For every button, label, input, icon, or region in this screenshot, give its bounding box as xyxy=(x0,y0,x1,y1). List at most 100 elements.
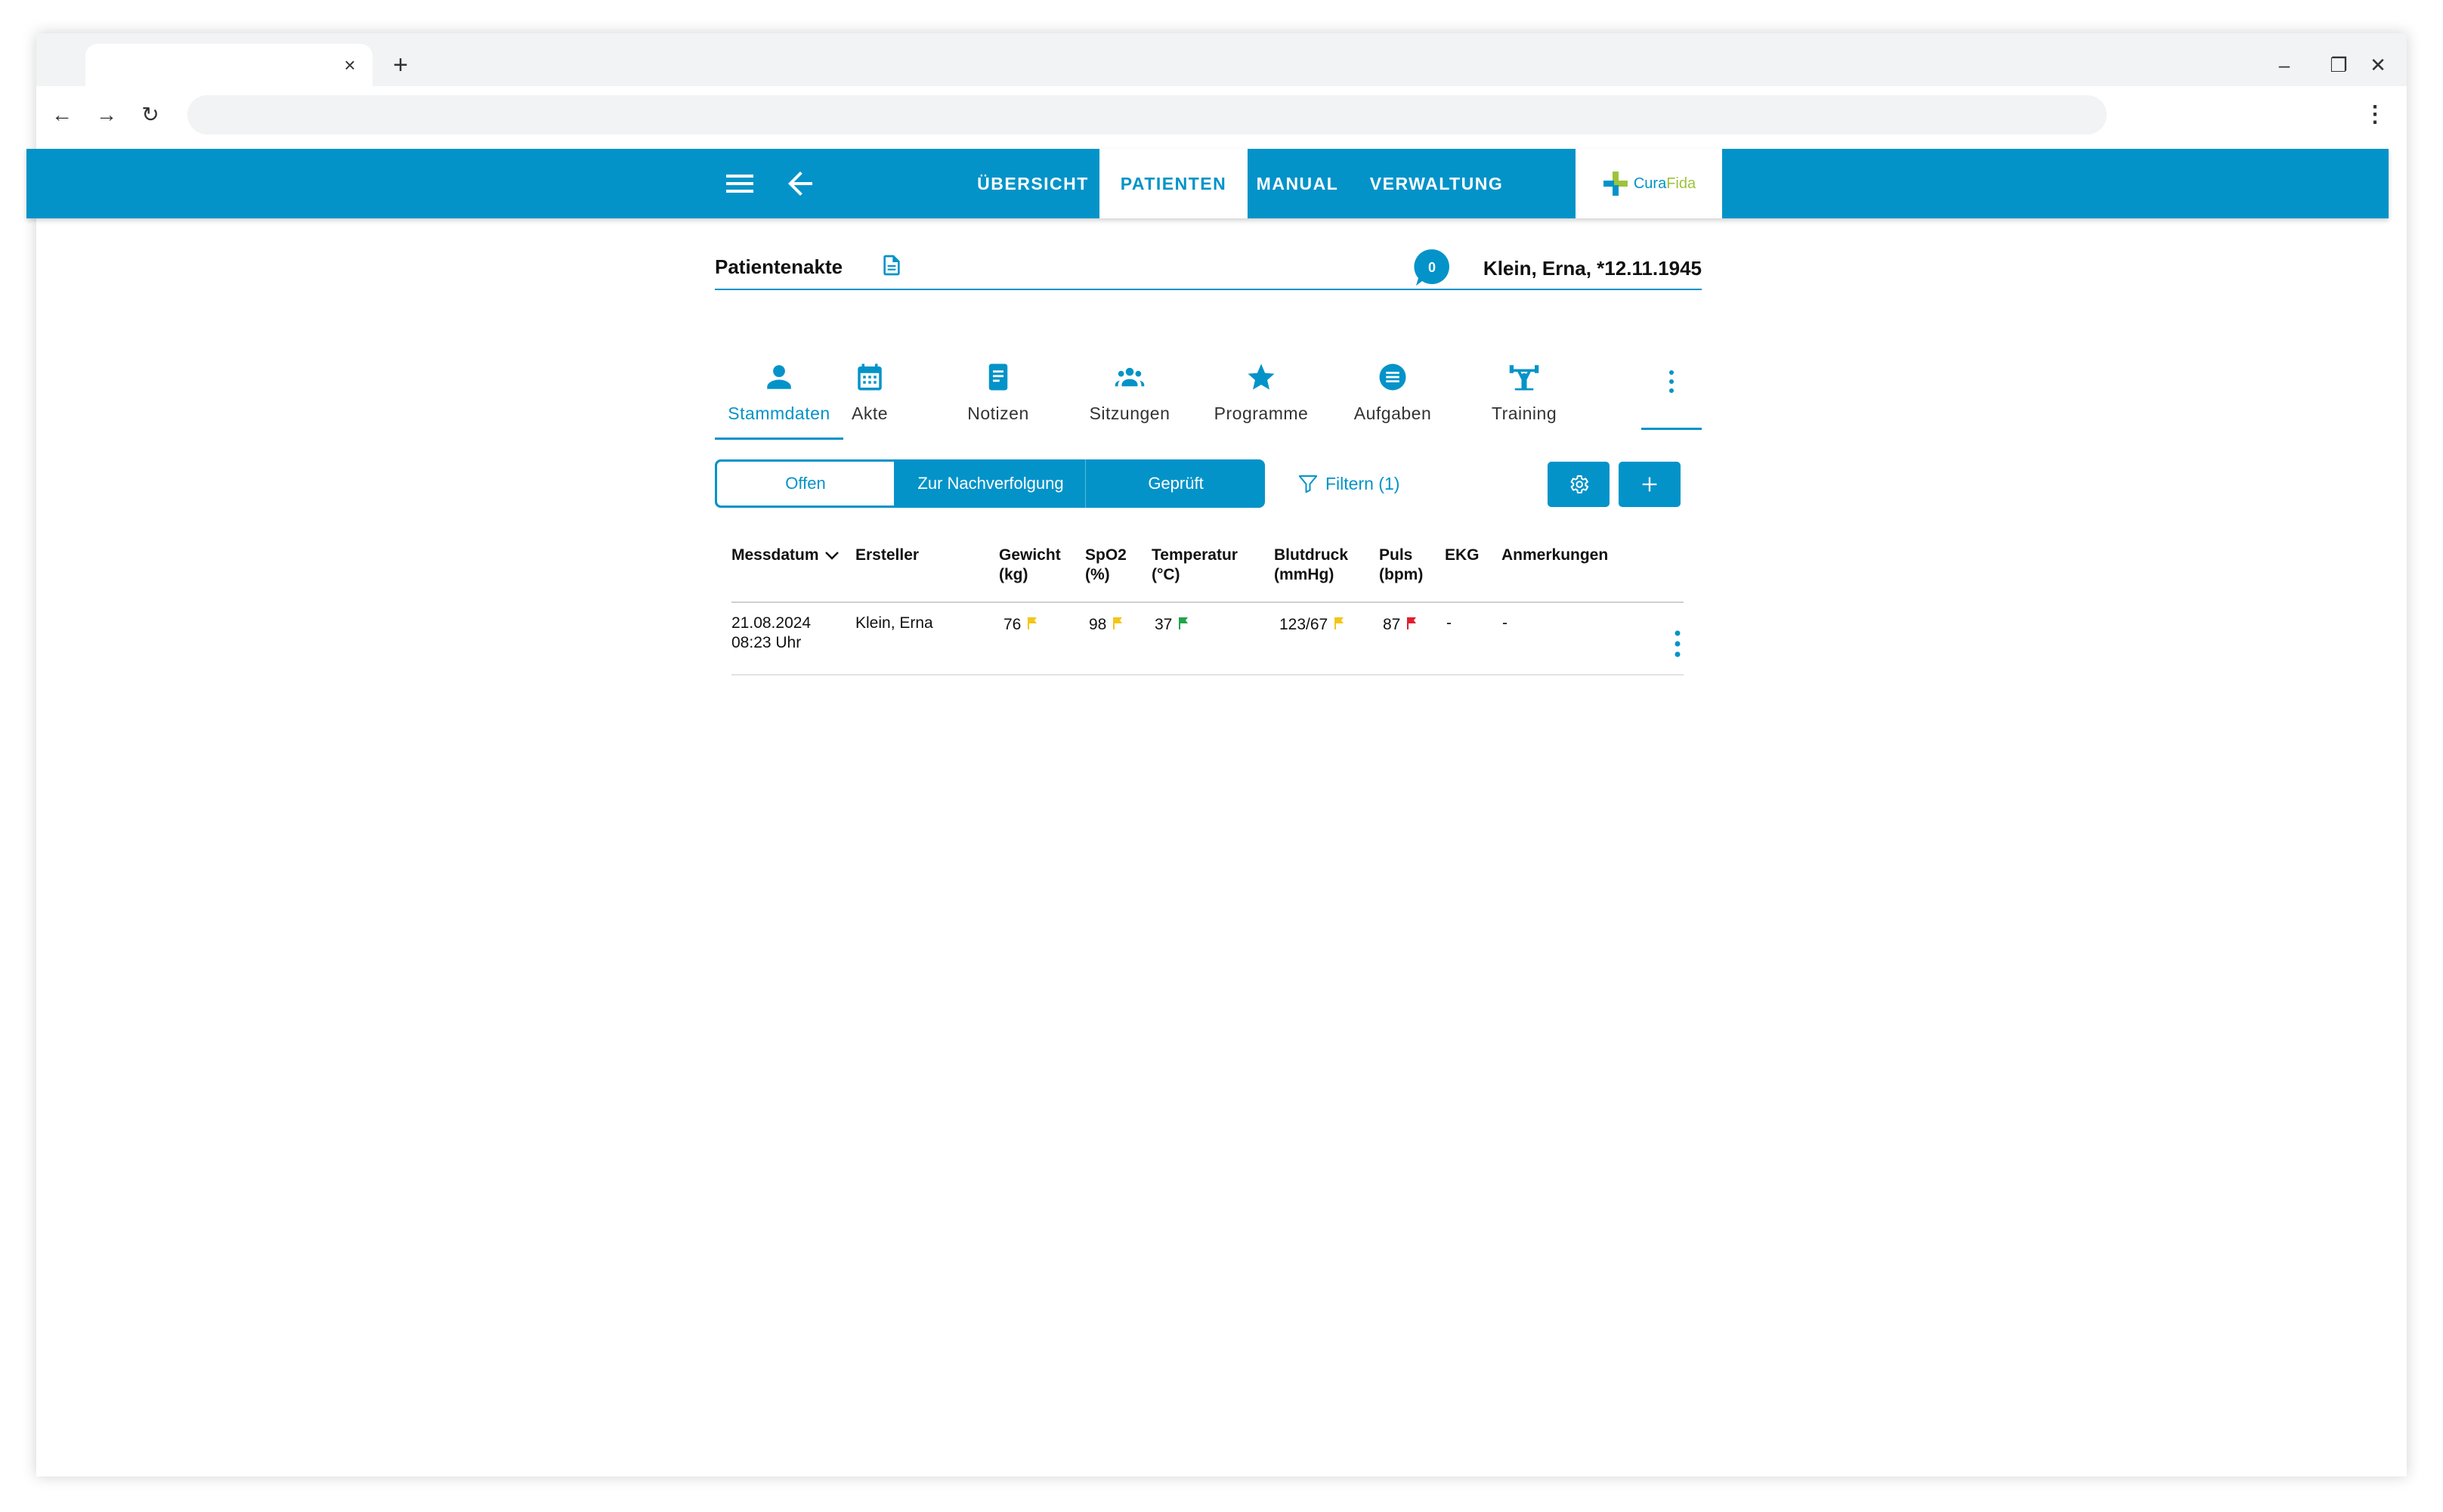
weight-value: 76 xyxy=(1003,616,1022,633)
filter-icon xyxy=(1298,475,1318,493)
flag-yellow-icon xyxy=(1113,617,1123,629)
section-label: Notizen xyxy=(967,404,1029,423)
app-bar: ÜBERSICHT PATIENTEN MANUAL VERWALTUNG Cu… xyxy=(26,149,2389,218)
nav-tab-patients[interactable]: PATIENTEN xyxy=(1099,149,1248,218)
nav-tab-administration[interactable]: VERWALTUNG xyxy=(1347,149,1526,218)
logo-text: CuraFida xyxy=(1633,175,1696,192)
flag-yellow-icon xyxy=(1334,617,1344,629)
new-tab-icon[interactable]: + xyxy=(384,48,417,82)
reload-icon[interactable]: ↻ xyxy=(134,98,167,131)
star-icon xyxy=(1248,363,1275,390)
nav-tab-manual[interactable]: MANUAL xyxy=(1248,149,1347,218)
chat-badge-icon[interactable]: 0 xyxy=(1413,248,1451,287)
cell-spo2: 98 xyxy=(1089,615,1123,635)
date-text: 21.08.2024 xyxy=(731,614,812,632)
add-button[interactable] xyxy=(1619,462,1681,507)
col-header-ekg[interactable]: EKG xyxy=(1445,546,1480,565)
section-tab-notizen[interactable]: Notizen xyxy=(934,354,1062,440)
header-unit: (kg) xyxy=(999,566,1028,583)
col-header-ersteller[interactable]: Ersteller xyxy=(855,546,919,565)
section-tab-training[interactable]: Training xyxy=(1460,354,1588,440)
section-tab-programme[interactable]: Programme xyxy=(1197,354,1325,440)
cell-weight: 76 xyxy=(1003,615,1038,635)
col-header-anmerkungen[interactable]: Anmerkungen xyxy=(1501,546,1608,565)
page-header: Patientenakte 0 Klein, Erna, *12.11.1945 xyxy=(715,242,1702,290)
section-tabs: Stammdaten Akte Notizen Sitzungen Progra… xyxy=(715,354,1702,444)
cross-logo-icon xyxy=(1603,172,1628,196)
chat-count: 0 xyxy=(1428,260,1436,275)
note-icon xyxy=(988,363,1008,391)
forward-icon[interactable]: → xyxy=(90,98,123,131)
list-icon xyxy=(1379,363,1406,391)
person-icon xyxy=(767,365,791,389)
section-label: Akte xyxy=(851,404,889,423)
header-label: Anmerkungen xyxy=(1501,546,1609,564)
plus-icon xyxy=(1642,477,1657,492)
restore-icon[interactable]: ❐ xyxy=(2322,48,2355,82)
temperature-value: 37 xyxy=(1155,616,1173,633)
back-icon[interactable]: ← xyxy=(45,98,79,131)
segment-offen[interactable]: Offen xyxy=(715,459,896,508)
browser-menu-icon[interactable]: ⋮ xyxy=(2358,98,2392,131)
spo2-value: 98 xyxy=(1089,616,1107,633)
cell-pulse: 87 xyxy=(1383,615,1417,635)
header-unit: (bpm) xyxy=(1379,566,1424,583)
curafida-logo[interactable]: CuraFida xyxy=(1576,149,1722,218)
cell-creator: Klein, Erna xyxy=(855,614,933,632)
col-header-puls[interactable]: Puls (bpm) xyxy=(1379,546,1423,585)
col-header-messdatum[interactable]: Messdatum xyxy=(731,546,841,565)
segment-zur-nachverfolgung[interactable]: Zur Nachverfolgung xyxy=(896,459,1085,508)
header-label: Messdatum xyxy=(731,546,819,564)
header-label: Gewicht xyxy=(999,546,1061,564)
cell-temperature: 37 xyxy=(1155,615,1189,635)
section-label: Training xyxy=(1491,404,1557,423)
filter-label: Filtern (1) xyxy=(1325,473,1400,493)
browser-toolbar: ← → ↻ ⋮ xyxy=(36,86,2407,144)
row-divider xyxy=(731,674,1684,676)
header-unit: (mmHg) xyxy=(1274,566,1334,583)
section-label: Sitzungen xyxy=(1089,404,1170,423)
calendar-icon xyxy=(858,363,882,391)
blood-pressure-value: 123/67 xyxy=(1279,616,1328,633)
status-segmented-control: Offen Zur Nachverfolgung Geprüft xyxy=(715,459,1265,508)
section-label: Programme xyxy=(1214,404,1309,423)
section-tab-aufgaben[interactable]: Aufgaben xyxy=(1328,354,1457,440)
header-label: EKG xyxy=(1445,546,1480,564)
col-header-blutdruck[interactable]: Blutdruck (mmHg) xyxy=(1274,546,1348,585)
section-tab-akte[interactable]: Akte xyxy=(806,354,934,440)
flag-green-icon xyxy=(1179,617,1189,629)
cell-date: 21.08.2024 08:23 Uhr xyxy=(731,614,811,653)
section-tab-sitzungen[interactable]: Sitzungen xyxy=(1065,354,1194,440)
col-header-temperatur[interactable]: Temperatur (°C) xyxy=(1152,546,1238,585)
header-label: Ersteller xyxy=(855,546,920,564)
patient-name: Klein, Erna, *12.11.1945 xyxy=(1483,257,1702,280)
header-label: SpO2 xyxy=(1085,546,1127,564)
section-label: Aufgaben xyxy=(1353,404,1432,423)
gear-icon xyxy=(1570,475,1589,493)
menu-icon[interactable] xyxy=(722,165,758,202)
nav-tab-overview[interactable]: ÜBERSICHT xyxy=(957,149,1109,218)
browser-tab[interactable]: × xyxy=(85,44,373,86)
col-header-gewicht[interactable]: Gewicht (kg) xyxy=(999,546,1061,585)
close-icon[interactable]: ✕ xyxy=(2361,48,2395,82)
flag-yellow-icon xyxy=(1028,617,1038,629)
col-header-spo2[interactable]: SpO2 (%) xyxy=(1085,546,1127,585)
settings-button[interactable] xyxy=(1548,462,1610,507)
filter-button[interactable]: Filtern (1) xyxy=(1297,468,1399,499)
page-title: Patientenakte xyxy=(715,255,843,278)
address-bar[interactable] xyxy=(187,95,2107,135)
chevron-down-icon[interactable] xyxy=(823,546,841,564)
back-arrow-icon[interactable] xyxy=(782,165,818,202)
header-divider xyxy=(731,601,1684,603)
cell-ekg: - xyxy=(1446,614,1452,632)
time-text: 08:23 Uhr xyxy=(731,634,802,651)
document-icon[interactable] xyxy=(880,252,904,278)
more-vertical-icon xyxy=(1669,370,1674,393)
minimize-icon[interactable]: – xyxy=(2268,48,2301,82)
section-more-button[interactable] xyxy=(1641,354,1702,430)
training-icon xyxy=(1509,365,1539,391)
row-menu-icon[interactable] xyxy=(1671,629,1684,659)
tab-close-icon[interactable]: × xyxy=(338,53,362,77)
segment-geprueft[interactable]: Geprüft xyxy=(1085,459,1266,508)
cell-notes: - xyxy=(1502,614,1508,632)
